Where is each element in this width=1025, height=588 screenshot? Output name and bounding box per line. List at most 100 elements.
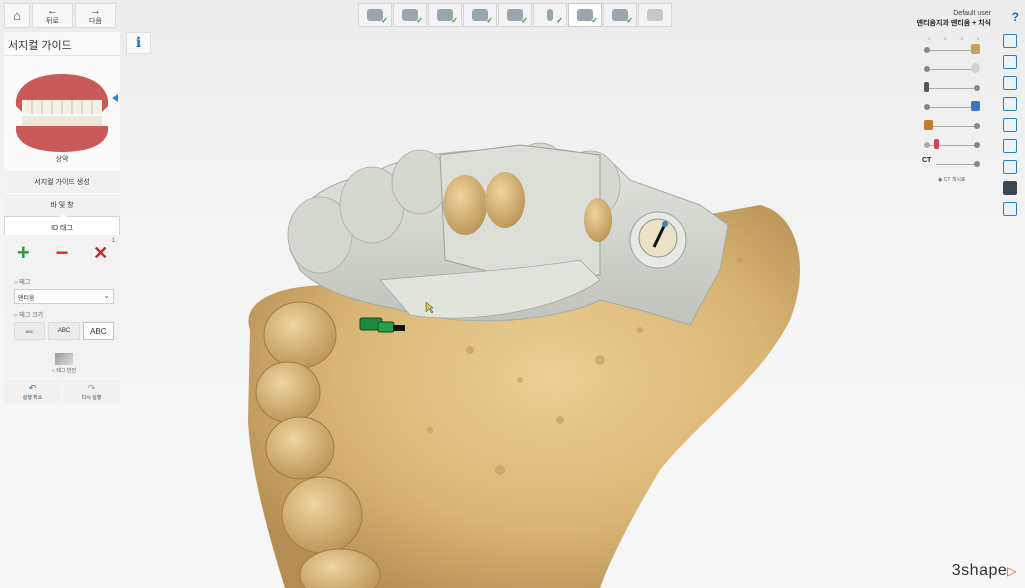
home-button[interactable]: ⌂: [4, 3, 30, 28]
workflow-step-2[interactable]: ✓: [393, 3, 427, 27]
exposed-tooth-3: [584, 198, 612, 242]
step-create-guide[interactable]: 서지컬 가이드 생성: [4, 170, 120, 193]
undo-button[interactable]: ↶ 실행 취소: [4, 380, 61, 404]
workflow-step-9[interactable]: [638, 3, 672, 27]
view-back-icon[interactable]: [1003, 55, 1017, 69]
tooth-3: [265, 416, 335, 480]
check-icon: ✓: [416, 16, 423, 25]
back-label: 뒤로: [46, 17, 59, 25]
slider-sleeve[interactable]: [922, 98, 982, 117]
flip-label-row: ○ 태그 반전: [51, 368, 77, 374]
undo-icon: ↶: [28, 383, 37, 393]
workflow-bar: ✓ ✓ ✓ ✓ ✓ ✓ ✓ ✓: [358, 3, 672, 27]
slider-crown[interactable]: [922, 117, 982, 136]
left-panel: 서지컬 가이드 상악 서지컬 가이드 생성 바 및 창 ID 태그: [4, 32, 120, 239]
redo-button[interactable]: ↷ 다시 실행: [63, 380, 120, 404]
check-icon: ✓: [521, 16, 528, 25]
tooth-1: [263, 301, 337, 369]
view-right-icon[interactable]: [1003, 97, 1017, 111]
home-icon: ⌂: [13, 8, 21, 23]
next-label: 다음: [89, 17, 102, 25]
3d-viewport[interactable]: [0, 0, 1025, 588]
user-info: Default user 덴티움지과 덴티움 + 치식: [917, 10, 991, 28]
tooth-5: [299, 548, 381, 588]
camera-icon[interactable]: [1003, 181, 1017, 195]
surgical-guide: [289, 147, 729, 326]
view-bottom-icon[interactable]: [1003, 139, 1017, 153]
info-icon: i: [135, 35, 142, 51]
view-front-icon[interactable]: [1003, 34, 1017, 48]
back-button[interactable]: ← 뒤로: [32, 3, 73, 28]
workflow-step-4[interactable]: ✓: [463, 3, 497, 27]
size-small-button[interactable]: ABC: [14, 322, 46, 340]
selected-jaw-marker: [112, 94, 118, 102]
implant-icon: [547, 9, 553, 21]
slider-scan[interactable]: [922, 60, 982, 79]
workflow-step-7[interactable]: ✓: [568, 3, 602, 27]
undo-label: 실행 취소: [22, 395, 43, 401]
nerve-icon: [934, 139, 939, 149]
size-label: 태그 크기: [19, 313, 44, 319]
tooth-2: [255, 361, 321, 423]
clipping-icon[interactable]: [1003, 160, 1017, 174]
guide-sleeve: [629, 211, 687, 269]
top-navigation: ⌂ ← 뒤로 → 다음: [4, 3, 116, 28]
implant-icon: [924, 82, 929, 92]
tooth-4: [281, 476, 363, 554]
remove-tag-button[interactable]: −: [43, 235, 82, 271]
size-label-row: ○ 태그 크기: [14, 313, 44, 319]
workflow-step-5[interactable]: ✓: [498, 3, 532, 27]
visibility-sliders: 1 2 3 4 CT ◉ CT 개시표: [922, 36, 982, 183]
info-button[interactable]: i: [126, 32, 151, 54]
tag-label: 태그: [19, 280, 31, 286]
model-icon: [971, 44, 980, 54]
slider-model[interactable]: [922, 41, 982, 60]
workflow-step-6[interactable]: ✓: [533, 3, 567, 27]
tag-size-group: ABC ABC ABC: [14, 322, 114, 340]
flip-label: 태그 반전: [56, 368, 77, 374]
help-button[interactable]: ?: [1012, 10, 1019, 24]
close-icon: ✕: [93, 242, 109, 263]
question-icon: ?: [1011, 10, 1019, 24]
check-icon: ✓: [556, 16, 563, 25]
ct-label: CT: [922, 157, 932, 164]
sleeve-hole: [638, 218, 678, 258]
flip-tag-button[interactable]: ○ 태그 반전: [14, 344, 114, 374]
redo-label: 다시 실행: [81, 395, 102, 401]
brand-logo: 3shape▷: [952, 562, 1017, 580]
view-top-icon[interactable]: [1003, 118, 1017, 132]
chevron-down-icon: ⌄: [103, 291, 110, 300]
minus-icon: −: [55, 240, 69, 265]
slider-nerve[interactable]: [922, 136, 982, 155]
exposed-tooth-1: [443, 175, 487, 235]
ct-toggle[interactable]: ◉ CT 개시표: [922, 176, 982, 183]
slider-ct[interactable]: CT: [922, 155, 982, 174]
workflow-step-3[interactable]: ✓: [428, 3, 462, 27]
panel-toggle-icon[interactable]: [1003, 202, 1017, 216]
check-icon: ✓: [451, 16, 458, 25]
jaw-thumbnail[interactable]: [4, 56, 120, 154]
tag-select[interactable]: 덴티움 ⌄: [14, 289, 114, 304]
history-controls: ↶ 실행 취소 ↷ 다시 실행: [4, 380, 120, 404]
size-large-button[interactable]: ABC: [82, 322, 114, 340]
step-id-tag-label: ID 태그: [51, 225, 73, 232]
check-icon: ✓: [626, 16, 633, 25]
guide-bar: [379, 259, 601, 319]
size-medium-button[interactable]: ABC: [48, 322, 80, 340]
sleeve-icon: [971, 101, 980, 111]
tag-count: 1: [111, 238, 115, 244]
tag-options: ○ 태그 덴티움 ⌄ ○ 태그 크기 ABC ABC ABC ○ 태그 반전: [4, 273, 120, 378]
brand-name: 3shape: [951, 562, 1008, 579]
slider-implant[interactable]: [922, 79, 982, 98]
panel-title: 서지컬 가이드: [4, 32, 120, 56]
crown-icon: [924, 120, 933, 130]
workflow-step-1[interactable]: ✓: [358, 3, 392, 27]
add-tag-button[interactable]: +: [4, 235, 43, 271]
check-icon: ✓: [591, 16, 598, 25]
view-left-icon[interactable]: [1003, 76, 1017, 90]
workflow-step-8[interactable]: ✓: [603, 3, 637, 27]
flip-icon: [55, 353, 73, 365]
next-button[interactable]: → 다음: [75, 3, 116, 28]
report-icon: [647, 9, 663, 21]
jaw-model: [248, 205, 800, 588]
